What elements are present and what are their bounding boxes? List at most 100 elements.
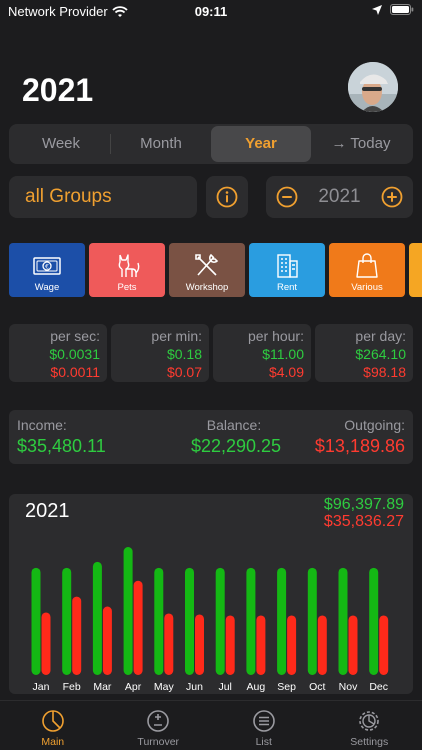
outgoing-label: Outgoing: (344, 417, 405, 433)
building-icon (277, 254, 298, 278)
tab-label: Turnover (137, 736, 180, 748)
plus-minus-icon (147, 710, 170, 732)
x-tick-label: Mar (93, 681, 112, 693)
tools-icon (195, 253, 219, 276)
bar-outgoing-may[interactable] (164, 613, 174, 675)
bar-outgoing-nov[interactable] (348, 615, 358, 675)
tab-main[interactable]: Main (0, 701, 106, 750)
chart-total-income: $96,397.89 (323, 496, 404, 513)
x-tick-label: Aug (247, 681, 266, 693)
category-wage[interactable]: € Wage (9, 243, 85, 297)
bar-income-jul[interactable] (215, 567, 225, 675)
shopping-bag-icon (356, 253, 378, 278)
x-tick-label: Nov (339, 681, 358, 693)
rate-per-day: per day: $264.10 $98.18 (315, 324, 413, 382)
bar-outgoing-aug[interactable] (256, 615, 266, 675)
page-title: 2021 (22, 72, 94, 108)
category-label: Pets (117, 282, 137, 293)
gear-icon (359, 711, 380, 731)
rate-outgoing: $0.07 (166, 364, 202, 380)
svg-text:€: € (45, 264, 49, 271)
tab-list[interactable]: List (211, 701, 317, 750)
plus-circle-icon[interactable] (381, 186, 403, 208)
segment-week[interactable]: Week (11, 126, 111, 162)
groups-button[interactable]: all Groups (9, 176, 197, 218)
x-tick-label: Jul (218, 681, 231, 693)
category-workshop[interactable]: Workshop (169, 243, 245, 297)
bar-outgoing-jun[interactable] (195, 614, 204, 675)
rate-label: per sec: (50, 328, 100, 344)
info-icon (216, 186, 238, 208)
bar-income-dec[interactable] (369, 567, 379, 675)
rate-per-sec: per sec: $0.0031 $0.0011 (9, 324, 107, 382)
banknote-icon: € (33, 257, 61, 275)
rate-label: per min: (151, 328, 202, 344)
rate-income: $0.18 (166, 346, 202, 362)
segment-year[interactable]: Year (211, 126, 311, 162)
tab-label: List (255, 736, 272, 748)
bar-income-jun[interactable] (185, 567, 194, 675)
rate-label: per day: (355, 328, 406, 344)
bar-outgoing-dec[interactable] (379, 615, 389, 675)
status-bar: Network Provider 09:11 (0, 0, 422, 24)
tab-label: Settings (350, 736, 389, 748)
rate-label: per hour: (247, 328, 304, 344)
rate-outgoing: $98.18 (363, 364, 406, 380)
bar-income-oct[interactable] (307, 567, 317, 675)
x-tick-label: May (154, 681, 175, 693)
bar-income-mar[interactable] (92, 561, 102, 675)
category-strip: € Wage Pets Workshop Rent Various (9, 243, 422, 297)
category-label: Workshop (185, 282, 229, 293)
rates-row: per sec: $0.0031 $0.0011 per min: $0.18 … (9, 324, 413, 382)
category-label: Various (351, 282, 383, 293)
category-tile-partial[interactable] (409, 243, 422, 297)
rate-per-hour: per hour: $11.00 $4.09 (213, 324, 311, 382)
bar-income-sep[interactable] (277, 567, 287, 675)
x-tick-label: Sep (277, 681, 296, 693)
chart-title: 2021 (25, 500, 70, 522)
bar-outgoing-jan[interactable] (41, 612, 51, 675)
category-various[interactable]: Various (329, 243, 405, 297)
tab-bar: Main Turnover List Settings (0, 700, 422, 750)
rate-income: $11.00 (262, 346, 304, 362)
bar-outgoing-sep[interactable] (287, 615, 297, 675)
rate-income: $0.0031 (49, 346, 100, 362)
list-icon (252, 710, 275, 732)
x-tick-label: Dec (369, 681, 388, 693)
pie-chart-icon (41, 710, 64, 732)
minus-circle-icon[interactable] (276, 186, 298, 208)
info-button[interactable] (206, 176, 248, 218)
segment-month[interactable]: Month (111, 126, 211, 162)
bar-income-may[interactable] (154, 567, 164, 675)
tab-label: Main (41, 736, 65, 748)
category-label: Wage (34, 282, 60, 293)
tab-turnover[interactable]: Turnover (106, 701, 212, 750)
totals-card: Income: $35,480.11 Balance: $22,290.25 O… (9, 410, 413, 464)
rate-outgoing: $0.0011 (50, 364, 100, 380)
year-stepper: 2021 (266, 176, 413, 218)
bar-outgoing-mar[interactable] (102, 606, 112, 675)
battery-icon (390, 4, 414, 15)
bar-outgoing-oct[interactable] (317, 615, 327, 675)
tab-settings[interactable]: Settings (317, 701, 422, 750)
clock: 09:11 (194, 4, 228, 19)
rate-outgoing: $4.09 (268, 364, 304, 380)
x-tick-label: Feb (63, 681, 81, 693)
bar-income-feb[interactable] (62, 567, 72, 675)
rate-per-min: per min: $0.18 $0.07 (111, 324, 209, 382)
category-pets[interactable]: Pets (89, 243, 165, 297)
outgoing-value: $13,189.86 (314, 436, 405, 456)
bar-income-jan[interactable] (31, 567, 41, 675)
category-rent[interactable]: Rent (249, 243, 325, 297)
bar-income-aug[interactable] (246, 567, 256, 675)
x-tick-label: Jan (33, 681, 50, 693)
avatar[interactable] (348, 62, 398, 112)
yearly-chart: Jan Feb Mar Apr May Jun Jul Aug Sep Oct Nov Dec 202… (9, 494, 413, 694)
bar-income-nov[interactable] (338, 567, 348, 675)
bar-outgoing-jul[interactable] (225, 615, 235, 675)
today-button[interactable]: → Today (311, 126, 411, 162)
bar-outgoing-feb[interactable] (72, 596, 82, 675)
year-value: 2021 (318, 186, 361, 207)
bar-outgoing-apr[interactable] (133, 580, 143, 675)
bar-income-apr[interactable] (123, 547, 133, 675)
